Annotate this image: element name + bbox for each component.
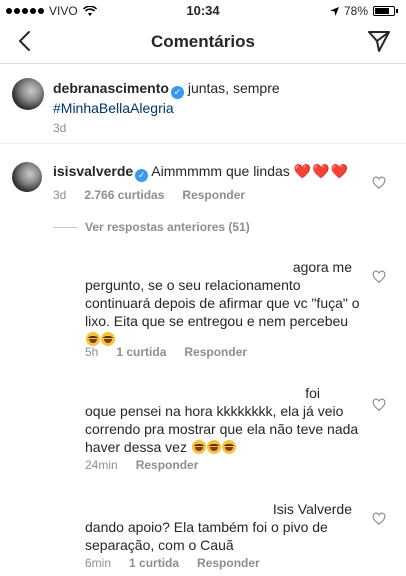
reply-text: foi oque pensei na hora kkkkkkkk, ela já… [85,384,360,456]
verified-badge-icon: ✓ [135,169,149,182]
reply-button[interactable]: Responder [197,556,260,570]
like-heart-icon[interactable] [372,270,386,284]
status-bar: VIVO 10:34 78% [0,0,406,22]
reply-text: Isis Valverde dando apoio? Ela também fo… [85,500,360,554]
reply-button[interactable]: Responder [182,188,245,202]
caption-text: debranascimento ✓ juntas, sempre #MinhaBe… [53,79,393,117]
avatar[interactable] [12,162,42,192]
reply-meta: 6min 1 curtida Responder [85,556,260,570]
laughing-emoji [221,440,236,454]
post-caption: debranascimento ✓ juntas, sempre #MinhaBe… [0,64,406,144]
comment-text: isisvalverde ✓ Aimmmmm que lindas ❤️❤️❤️ [53,162,349,182]
view-previous-replies[interactable]: Ver respostas anteriores (51) [53,220,250,234]
verified-badge-icon: ✓ [170,86,184,99]
reply-comment: foi oque pensei na hora kkkkkkkk, ela já… [0,384,406,474]
battery-percent: 78% [343,4,368,18]
reply-meta: 5h 1 curtida Responder [85,345,247,359]
like-heart-icon[interactable] [372,176,386,190]
reply-text-line1: Isis Valverde [272,501,352,517]
comment-meta: 3d 2.766 curtidas Responder [53,188,245,202]
view-replies-label[interactable]: Ver respostas anteriores (51) [85,220,250,234]
comment-time: 3d [53,188,67,202]
divider [53,226,77,228]
caption-body: juntas, sempre [187,80,280,96]
reply-button[interactable]: Responder [136,458,199,472]
like-heart-icon[interactable] [372,398,386,412]
comment-username[interactable]: isisvalverde [53,163,133,179]
reply-button[interactable]: Responder [184,345,247,359]
like-heart-icon[interactable] [372,512,386,526]
reply-time: 24min [85,458,118,472]
reply-text-line1: foi [305,385,320,401]
comment-likes[interactable]: 2.766 curtidas [84,188,164,202]
reply-text-body: dando apoio? Ela também foi o pivo de se… [85,519,328,553]
laughing-emoji [191,440,206,454]
avatar[interactable] [12,78,44,110]
nav-header: Comentários [0,22,406,64]
reply-likes[interactable]: 1 curtida [116,345,166,359]
laughing-emoji [206,440,221,454]
reply-comment: Isis Valverde dando apoio? Ela também fo… [0,500,406,576]
comment: isisvalverde ✓ Aimmmmm que lindas ❤️❤️❤️ … [0,150,406,210]
battery-icon [373,6,395,16]
direct-share-icon[interactable] [366,28,392,54]
battery-cap [396,9,398,13]
reply-time: 6min [85,556,112,570]
reply-comment: agora me pergunto, se o seu relacionamen… [0,258,406,368]
laughing-emoji [86,332,100,346]
reply-likes[interactable]: 1 curtida [129,556,179,570]
caption-time: 3d [53,121,67,135]
reply-meta: 24min Responder [85,458,198,472]
reply-text-line1: agora me [292,259,352,275]
reply-text: agora me pergunto, se o seu relacionamen… [85,258,360,348]
status-right: 78% [329,4,398,18]
comment-body: Aimmmmm que lindas [151,163,290,179]
location-arrow-icon [329,6,339,16]
hearts-emoji: ❤️❤️❤️ [293,163,349,179]
reply-text-body: pergunto, se o seu relacionamento contin… [85,277,360,329]
caption-username[interactable]: debranascimento [53,80,169,96]
page-title: Comentários [151,32,255,51]
caption-hashtag[interactable]: #MinhaBellaAlegria [53,100,174,116]
laughing-emoji [101,332,115,346]
reply-time: 5h [85,345,99,359]
